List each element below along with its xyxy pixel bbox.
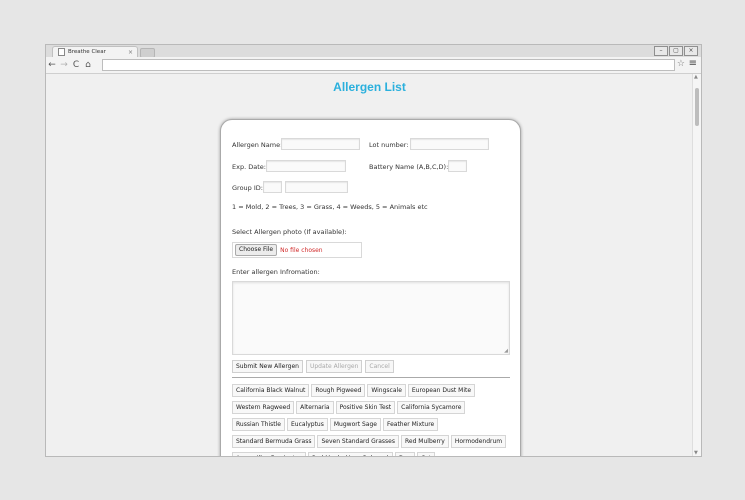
browser-window: Breathe Clear × – ▢ × ← → C ⌂ ☆ ≡ Allerg… <box>45 44 702 457</box>
tab-title: Breathe Clear <box>68 49 106 55</box>
allergen-form-card: Allergen Name: Lot number: Exp. Date: Ba… <box>220 119 521 456</box>
photo-file-input[interactable]: Choose File No file chosen <box>232 242 362 258</box>
allergen-chip[interactable]: European Dust Mite <box>407 384 476 397</box>
home-icon[interactable]: ⌂ <box>82 60 94 70</box>
allergen-chip[interactable]: Wingscale <box>367 384 406 397</box>
lot-number-label: Lot number: <box>369 141 409 149</box>
group-id-label: Group ID: <box>232 184 263 192</box>
form-buttons: Submit New Allergen Update Allergen Canc… <box>232 360 394 373</box>
forward-arrow-icon[interactable]: → <box>58 60 70 70</box>
page-icon <box>58 47 65 56</box>
exp-date-input[interactable] <box>266 160 346 172</box>
allergen-chip[interactable]: Aspergillus Fumigatus <box>232 452 306 456</box>
allergen-chip[interactable]: Russian Thistle <box>232 418 285 431</box>
allergen-chip[interactable]: Red Mulberry <box>401 435 449 448</box>
allergen-name-label: Allergen Name: <box>232 141 283 149</box>
lot-number-input[interactable] <box>410 138 489 150</box>
bookmark-star-icon[interactable]: ☆ <box>677 59 685 69</box>
scroll-down-icon[interactable]: ▼ <box>694 450 698 456</box>
group-id-input[interactable] <box>263 181 282 193</box>
allergen-chip[interactable]: Mugwort Sage <box>329 418 381 431</box>
address-bar[interactable] <box>102 59 675 71</box>
resize-grip-icon[interactable]: ◢ <box>504 348 508 354</box>
allergen-chip[interactable]: Rough Pigweed <box>311 384 366 397</box>
exp-date-label: Exp. Date: <box>232 163 266 171</box>
allergen-row: California Black Walnut Rough Pigweed Wing… <box>232 384 517 397</box>
submit-allergen-button[interactable]: Submit New Allergen <box>232 360 303 373</box>
page-viewport: Allergen List Allergen Name: Lot number:… <box>46 74 701 456</box>
title-bar: Breathe Clear × – ▢ × <box>46 45 701 58</box>
window-controls: – ▢ × <box>653 46 698 56</box>
vertical-scrollbar[interactable]: ▲ ▼ <box>692 74 701 456</box>
allergen-chip[interactable]: Alternaria <box>296 401 334 414</box>
menu-icon[interactable]: ≡ <box>689 58 697 69</box>
group-name-input[interactable] <box>285 181 348 193</box>
allergen-chip[interactable]: Cat <box>416 452 436 456</box>
allergen-row: Russian Thistle Eucalyptus Mugwort Sage Fea… <box>232 418 517 431</box>
allergen-chip[interactable]: Red Maple (Acer Rubrum) <box>307 452 393 456</box>
update-allergen-button[interactable]: Update Allergen <box>305 360 363 373</box>
allergen-chip[interactable]: Standard Bermuda Grass <box>232 435 316 448</box>
allergen-chip[interactable]: Positive Skin Test <box>335 401 396 414</box>
allergen-chip[interactable]: Feather Mixture <box>382 418 439 431</box>
close-window-button[interactable]: × <box>684 46 698 56</box>
cancel-button[interactable]: Cancel <box>365 360 394 373</box>
allergen-chip[interactable]: Dog <box>394 452 415 456</box>
no-file-text: No file chosen <box>280 246 323 254</box>
divider <box>232 377 510 378</box>
scrollbar-thumb[interactable] <box>695 88 699 126</box>
group-legend: 1 = Mold, 2 = Trees, 3 = Grass, 4 = Weed… <box>232 203 428 211</box>
info-label: Enter allergen Infromation: <box>232 268 320 276</box>
allergen-row: Western Ragweed Alternaria Positive Skin T… <box>232 401 517 414</box>
allergen-chip[interactable]: California Sycamore <box>397 401 466 414</box>
allergen-chip[interactable]: Hormodendrum <box>450 435 507 448</box>
allergen-name-input[interactable] <box>281 138 360 150</box>
minimize-button[interactable]: – <box>654 46 668 56</box>
allergen-list: California Black Walnut Rough Pigweed Wing… <box>232 384 517 456</box>
allergen-chip[interactable]: California Black Walnut <box>232 384 310 397</box>
page-title: Allergen List <box>333 80 406 94</box>
browser-toolbar: ← → C ⌂ ☆ ≡ <box>46 57 701 74</box>
allergen-row: Standard Bermuda Grass Seven Standard Gra… <box>232 435 517 448</box>
battery-name-input[interactable] <box>448 160 467 172</box>
reload-icon[interactable]: C <box>70 60 82 70</box>
maximize-button[interactable]: ▢ <box>669 46 683 56</box>
allergen-chip[interactable]: Western Ragweed <box>232 401 295 414</box>
photo-label: Select Allergen photo (If available): <box>232 228 347 236</box>
choose-file-button[interactable]: Choose File <box>235 244 278 256</box>
allergen-chip[interactable]: Seven Standard Grasses <box>317 435 399 448</box>
allergen-row: Aspergillus FumigatusRed Maple (Acer Rub… <box>232 452 517 456</box>
allergen-info-textarea[interactable]: ◢ <box>232 281 510 355</box>
back-arrow-icon[interactable]: ← <box>46 60 58 70</box>
allergen-chip[interactable]: Eucalyptus <box>286 418 328 431</box>
scroll-up-icon[interactable]: ▲ <box>694 74 698 80</box>
battery-name-label: Battery Name (A,B,C,D): <box>369 163 449 171</box>
